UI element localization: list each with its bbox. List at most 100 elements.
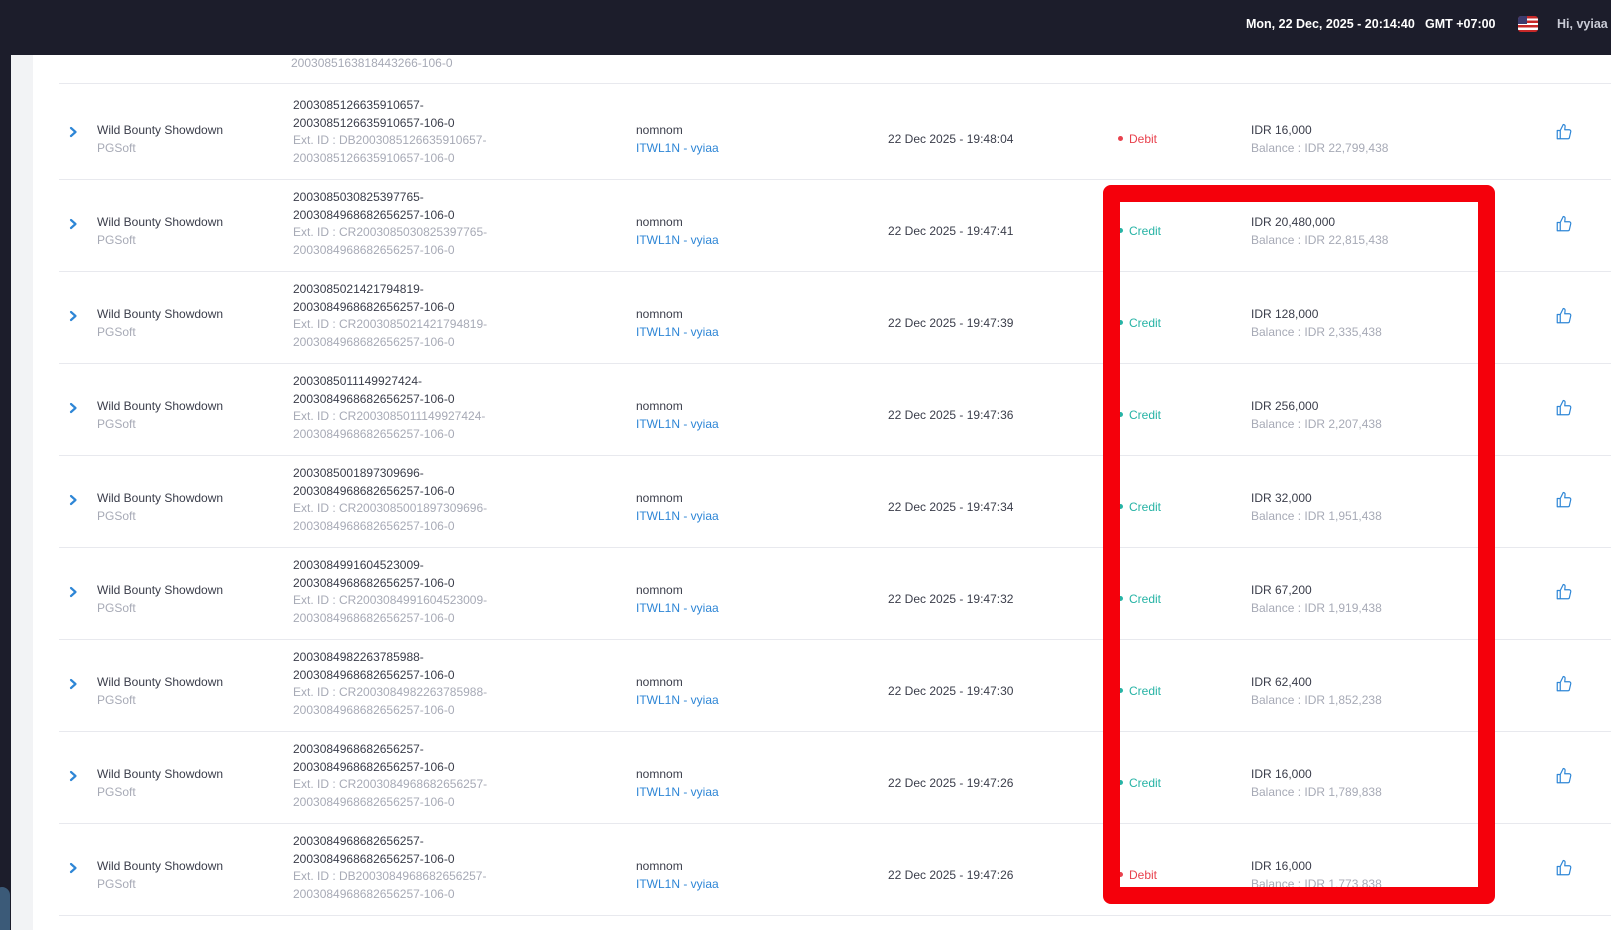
external-id-suffix: 2003084968682656257-106-0 [293,794,455,809]
transaction-id-suffix: 2003084968682656257-106-0 [293,575,455,590]
thumbs-up-icon[interactable] [1555,675,1573,693]
transaction-id-suffix: 2003084968682656257-106-0 [293,667,455,682]
player-account-link[interactable]: ITWL1N - vyiaa [636,141,719,155]
game-name: Wild Bounty Showdown [97,215,224,229]
transaction-ids: 2003084968682656257- 2003084968682656257… [293,741,487,811]
transaction-ids: 2003084991604523009- 2003084968682656257… [293,557,487,627]
player-name: nomnom [636,307,683,321]
external-id-suffix: 2003084968682656257-106-0 [293,242,455,257]
player-account-link[interactable]: ITWL1N - vyiaa [636,785,719,799]
status-dot [1118,136,1123,142]
player-name: nomnom [636,767,683,781]
transaction-ids: 2003085126635910657- 2003085126635910657… [293,97,486,167]
player-name: nomnom [636,123,683,137]
thumbs-up-icon[interactable] [1555,491,1573,509]
sidebar-strip [0,55,11,930]
player-account-link[interactable]: ITWL1N - vyiaa [636,509,719,523]
transaction-id: 2003084982263785988- [293,650,424,664]
transaction-amount: IDR 16,000 [1251,123,1312,137]
sidebar-edge-decoration [0,887,10,930]
highlight-annotation-box [1103,185,1495,904]
external-id-suffix: 2003084968682656257-106-0 [293,886,455,901]
transaction-id: 2003085021421794819- [293,282,424,296]
chevron-right-icon[interactable] [67,309,79,323]
chevron-right-icon[interactable] [67,125,79,139]
table-row-partial: 2003085163818443266-106-0 [59,55,1611,84]
thumbs-up-icon[interactable] [1555,123,1573,141]
external-id: Ext. ID : CR2003085021421794819- [293,317,488,331]
player-account-link[interactable]: ITWL1N - vyiaa [636,877,719,891]
external-id-suffix: 2003084968682656257-106-0 [293,610,455,625]
thumbs-up-icon[interactable] [1555,399,1573,417]
player-account-link[interactable]: ITWL1N - vyiaa [636,601,719,615]
transaction-id: 2003085126635910657- [293,98,424,112]
chevron-right-icon[interactable] [67,585,79,599]
game-provider: PGSoft [97,509,136,523]
game-provider: PGSoft [97,233,136,247]
thumbs-up-icon[interactable] [1555,583,1573,601]
player-account-link[interactable]: ITWL1N - vyiaa [636,417,719,431]
header-timezone: GMT +07:00 [1425,17,1496,31]
player-name: nomnom [636,859,683,873]
us-flag-icon[interactable] [1518,16,1538,32]
transaction-id-suffix: 2003084968682656257-106-0 [293,207,455,222]
chevron-right-icon[interactable] [67,769,79,783]
transaction-id: 2003084968682656257- [293,742,424,756]
external-id-suffix: 2003084968682656257-106-0 [293,334,455,349]
transaction-ids: 2003085030825397765- 2003084968682656257… [293,189,487,259]
transaction-ids: 2003084982263785988- 2003084968682656257… [293,649,487,719]
thumbs-up-icon[interactable] [1555,215,1573,233]
transaction-ids: 2003084968682656257- 2003084968682656257… [293,833,486,903]
external-id-suffix: 2003084968682656257-106-0 [293,518,455,533]
game-name: Wild Bounty Showdown [97,399,224,413]
chevron-right-icon[interactable] [67,401,79,415]
transaction-id: 2003085030825397765- [293,190,424,204]
chevron-right-icon[interactable] [67,217,79,231]
external-id: Ext. ID : CR2003084991604523009- [293,593,488,607]
chevron-right-icon[interactable] [67,493,79,507]
transaction-id-suffix: 2003084968682656257-106-0 [293,299,455,314]
external-id: Ext. ID : CR2003085011149927424- [293,409,486,423]
transaction-id: 2003084968682656257- [293,834,424,848]
transaction-date: 22 Dec 2025 - 19:47:26 [888,868,1014,882]
table-row: Wild Bounty Showdown PGSoft 200308512663… [59,85,1611,180]
transaction-date: 22 Dec 2025 - 19:48:04 [888,132,1014,146]
game-provider: PGSoft [97,785,136,799]
thumbs-up-icon[interactable] [1555,307,1573,325]
transaction-id: 2003085011149927424- [293,374,423,388]
transaction-ids: 2003085001897309696- 2003084968682656257… [293,465,487,535]
game-name: Wild Bounty Showdown [97,491,224,505]
game-provider: PGSoft [97,877,136,891]
header-datetime: Mon, 22 Dec, 2025 - 20:14:40 [1246,17,1415,31]
transaction-date: 22 Dec 2025 - 19:47:32 [888,592,1014,606]
chevron-right-icon[interactable] [67,861,79,875]
player-account-link[interactable]: ITWL1N - vyiaa [636,325,719,339]
transaction-date: 22 Dec 2025 - 19:47:34 [888,500,1014,514]
external-id: Ext. ID : CR2003084982263785988- [293,685,488,699]
player-name: nomnom [636,215,683,229]
transaction-ids: 2003085021421794819- 2003084968682656257… [293,281,487,351]
transaction-id: 2003085163818443266-106-0 [291,56,453,70]
game-provider: PGSoft [97,417,136,431]
external-id: Ext. ID : DB2003084968682656257- [293,869,487,883]
game-name: Wild Bounty Showdown [97,767,224,781]
transaction-type-label: Debit [1129,132,1158,146]
transaction-id-suffix: 2003084968682656257-106-0 [293,759,455,774]
player-account-link[interactable]: ITWL1N - vyiaa [636,233,719,247]
external-id-suffix: 2003085126635910657-106-0 [293,150,455,165]
game-provider: PGSoft [97,141,136,155]
thumbs-up-icon[interactable] [1555,859,1573,877]
transaction-type-badge: Debit [1118,132,1157,146]
transaction-date: 22 Dec 2025 - 19:47:26 [888,776,1014,790]
player-account-link[interactable]: ITWL1N - vyiaa [636,693,719,707]
user-greeting[interactable]: Hi, vyiaa [1557,17,1608,31]
game-name: Wild Bounty Showdown [97,123,224,137]
player-name: nomnom [636,583,683,597]
player-name: nomnom [636,675,683,689]
game-name: Wild Bounty Showdown [97,307,224,321]
transaction-id: 2003085001897309696- [293,466,424,480]
chevron-right-icon[interactable] [67,677,79,691]
transaction-id-suffix: 2003084968682656257-106-0 [293,851,455,866]
external-id-suffix: 2003084968682656257-106-0 [293,702,455,717]
thumbs-up-icon[interactable] [1555,767,1573,785]
